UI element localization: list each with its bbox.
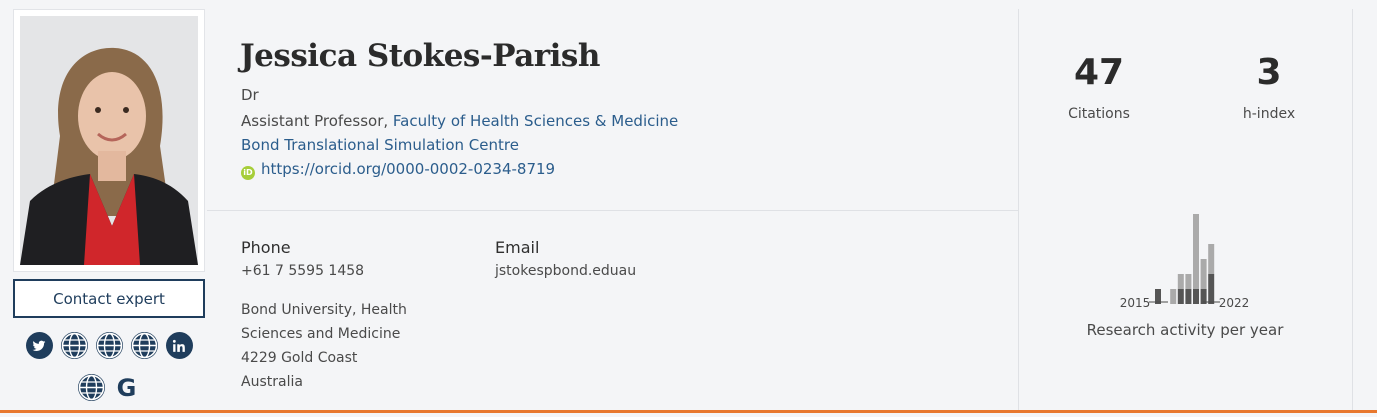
email-link[interactable]: jstokespbond.eduau: [495, 263, 636, 279]
activity-bar-2019[interactable]: [1185, 274, 1192, 289]
email-label: Email: [495, 238, 540, 257]
h-index-label: h-index: [1242, 106, 1296, 122]
activity-bar-2018[interactable]: [1177, 274, 1184, 289]
phone-value: +61 7 5595 1458: [241, 263, 365, 279]
activity-bar-2022[interactable]: [1208, 274, 1215, 304]
address-line: Bond University, Health: [241, 302, 407, 318]
linkedin-icon[interactable]: [165, 332, 193, 359]
chart-start-year: 2015: [1120, 296, 1151, 310]
globe-icon[interactable]: [78, 374, 105, 401]
orcid-icon: iD: [241, 166, 255, 180]
activity-bar-2022[interactable]: [1208, 244, 1215, 274]
google-icon[interactable]: G: [113, 374, 140, 401]
globe-icon[interactable]: [95, 332, 123, 359]
accent-bar: [0, 410, 1377, 413]
citations-label: Citations: [1068, 106, 1130, 122]
phone-label: Phone: [241, 238, 291, 257]
centre-link[interactable]: Bond Translational Simulation Centre: [241, 136, 519, 154]
chart-end-year: 2022: [1219, 296, 1250, 310]
orcid-link[interactable]: https://orcid.org/0000-0002-0234-8719: [261, 160, 555, 178]
profile-name: Jessica Stokes-Parish: [240, 38, 600, 74]
svg-text:G: G: [117, 374, 137, 401]
column-divider: [1018, 9, 1019, 410]
globe-icon[interactable]: [130, 332, 158, 359]
contact-expert-button[interactable]: Contact expert: [13, 279, 205, 318]
h-index-value[interactable]: 3: [1209, 52, 1329, 93]
citations-count[interactable]: 47: [1039, 52, 1159, 93]
profile-photo-frame: [13, 9, 205, 272]
social-links-row-2: G: [13, 374, 205, 401]
activity-bar-2020[interactable]: [1193, 214, 1199, 289]
orcid-line: iD https://orcid.org/0000-0002-0234-8719: [241, 160, 555, 180]
address-line: 4229 Gold Coast: [241, 350, 358, 366]
profile-position-line: Assistant Professor, Faculty of Health S…: [241, 112, 678, 130]
section-divider: [207, 210, 1019, 211]
research-activity-chart[interactable]: 2015 2022: [1110, 195, 1260, 311]
activity-bar-2021[interactable]: [1200, 259, 1207, 289]
activity-bar-2020[interactable]: [1193, 289, 1199, 304]
twitter-icon[interactable]: [25, 332, 53, 359]
address-line: Australia: [241, 374, 303, 390]
profile-title: Dr: [241, 86, 259, 104]
profile-photo-image: [20, 16, 198, 265]
activity-bar-2019[interactable]: [1185, 289, 1192, 304]
social-links-row-1: [13, 332, 205, 359]
activity-bar-2017[interactable]: [1170, 289, 1177, 304]
globe-icon[interactable]: [60, 332, 88, 359]
postal-address: Bond University, Health Sciences and Med…: [241, 298, 407, 394]
activity-chart-title: Research activity per year: [1086, 321, 1284, 339]
activity-bar-2018[interactable]: [1177, 289, 1184, 304]
position-label: Assistant Professor,: [241, 112, 393, 130]
faculty-link[interactable]: Faculty of Health Sciences & Medicine: [393, 112, 678, 130]
profile-photo: [20, 16, 198, 265]
address-line: Sciences and Medicine: [241, 326, 401, 342]
column-divider: [1352, 9, 1353, 410]
